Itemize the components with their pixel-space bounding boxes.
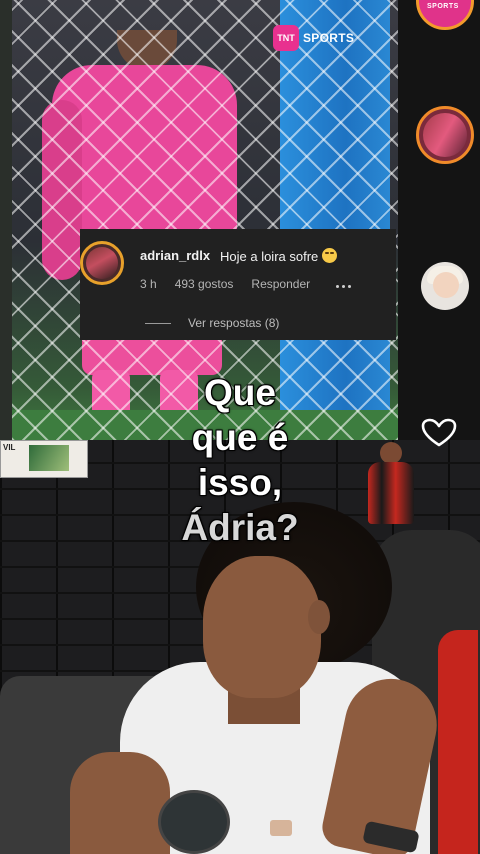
caption-line-2: que é [191, 417, 289, 458]
see-replies-link[interactable]: Ver respostas (8) [188, 316, 279, 330]
shirt-logo [270, 820, 292, 836]
microphone [158, 790, 230, 854]
top-avatar-label: SPORTS [427, 3, 459, 10]
poster-text: VIL [3, 443, 16, 452]
video-caption: Que que é isso, Ádria? [140, 370, 340, 550]
channel-logo-text: SPORTS [303, 31, 355, 45]
chair-accent [438, 630, 478, 854]
person-left-arm [70, 752, 170, 854]
comment-body: Hoje a loira sofre [220, 249, 319, 264]
laughing-face-icon [322, 248, 338, 263]
caption-line-3: isso, [197, 462, 283, 503]
replies-divider [145, 323, 171, 324]
video-left-edge [0, 0, 12, 440]
more-dots-icon[interactable] [336, 275, 356, 288]
heart-icon[interactable] [420, 418, 458, 448]
player-figure-decor [362, 440, 420, 530]
right-sidebar [398, 0, 480, 440]
person-ear [308, 600, 330, 634]
reply-button[interactable]: Responder [251, 277, 310, 291]
person-face [203, 556, 321, 698]
user-avatar[interactable] [421, 262, 469, 310]
caption-line-4: Ádria? [181, 507, 299, 548]
channel-logo: TNT SPORTS [273, 25, 354, 51]
comment-likes[interactable]: 493 gostos [175, 277, 234, 291]
wall-poster: VIL [0, 440, 88, 478]
comment-time: 3 h [140, 277, 157, 291]
commenter-avatar[interactable] [80, 241, 124, 285]
tnt-logo-icon: TNT [273, 25, 299, 51]
creator-avatar[interactable] [416, 106, 474, 164]
comment-card[interactable]: adrian_rdlx Hoje a loira sofre 3 h 493 g… [80, 229, 396, 340]
comment-text: Hoje a loira sofre [220, 248, 338, 264]
comment-meta: 3 h 493 gostos Responder [140, 277, 328, 291]
comment-username[interactable]: adrian_rdlx [140, 248, 210, 263]
caption-line-1: Que [204, 372, 276, 413]
